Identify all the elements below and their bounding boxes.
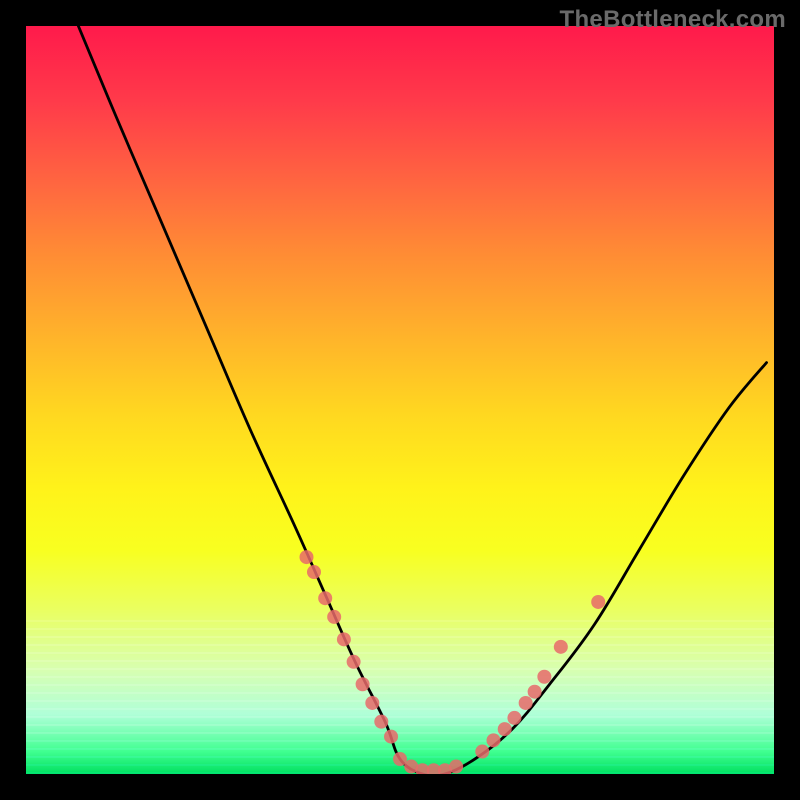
data-dot: [487, 733, 501, 747]
data-dot: [365, 696, 379, 710]
data-dot: [554, 640, 568, 654]
data-dot: [327, 610, 341, 624]
data-dot: [318, 591, 332, 605]
data-dot: [507, 711, 521, 725]
data-dot: [475, 745, 489, 759]
data-dot: [591, 595, 605, 609]
data-dot: [307, 565, 321, 579]
data-dot: [449, 760, 463, 774]
chart-svg: [26, 26, 774, 774]
data-dot: [347, 655, 361, 669]
data-dot: [537, 670, 551, 684]
dots-group: [300, 550, 606, 774]
data-dot: [374, 715, 388, 729]
watermark-text: TheBottleneck.com: [560, 6, 786, 34]
data-dot: [384, 730, 398, 744]
data-dot: [356, 677, 370, 691]
data-dot: [300, 550, 314, 564]
data-dot: [498, 722, 512, 736]
data-dot: [528, 685, 542, 699]
data-dot: [519, 696, 533, 710]
chart-root: TheBottleneck.com: [0, 0, 800, 800]
curve-path: [78, 26, 766, 774]
data-dot: [337, 632, 351, 646]
plot-area: [26, 26, 774, 774]
